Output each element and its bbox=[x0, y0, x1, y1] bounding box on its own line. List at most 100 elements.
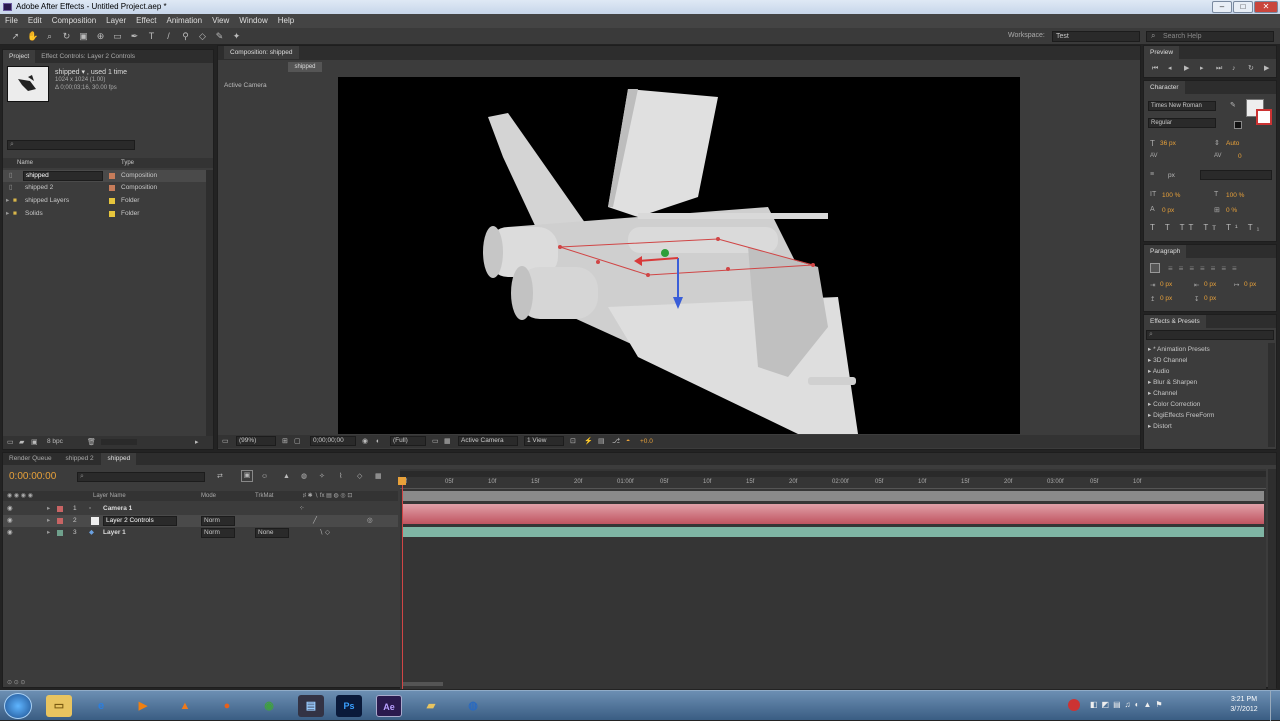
camera-tool-icon[interactable]: ▣ bbox=[78, 31, 89, 42]
tab-preview[interactable]: Preview bbox=[1144, 46, 1180, 59]
trash-icon[interactable]: 🗑 bbox=[87, 438, 96, 447]
work-area-bar[interactable] bbox=[400, 471, 1266, 477]
3d-view-select[interactable]: Active Camera bbox=[458, 436, 518, 446]
font-style-select[interactable]: Regular bbox=[1148, 118, 1216, 128]
align-left-icon[interactable] bbox=[1150, 263, 1160, 273]
effects-category-item[interactable]: ▸ Channel bbox=[1148, 389, 1177, 397]
type-tool-icon[interactable]: T bbox=[146, 31, 157, 42]
rotate-tool-icon[interactable]: ↻ bbox=[61, 31, 72, 42]
comp-subtab[interactable]: shipped bbox=[288, 62, 322, 72]
clone-tool-icon[interactable]: ⚲ bbox=[180, 31, 191, 42]
new-comp-icon[interactable]: ▣ bbox=[31, 438, 38, 447]
search-help-input[interactable]: Search Help bbox=[1146, 31, 1274, 42]
eye-icon[interactable]: ◉ bbox=[7, 527, 13, 539]
menu-effect[interactable]: Effect bbox=[131, 14, 161, 28]
tab-render-queue[interactable]: Render Queue bbox=[3, 453, 58, 465]
vlc-icon[interactable]: ▲ bbox=[172, 695, 198, 717]
eye-icon[interactable]: ◉ bbox=[7, 515, 13, 527]
camera-layer-bar[interactable] bbox=[402, 491, 1264, 501]
pen-tool-icon[interactable]: ✒ bbox=[129, 31, 140, 42]
mask-tool-icon[interactable]: ▭ bbox=[112, 31, 123, 42]
footer-toggle-icons[interactable]: ⊙ ⊙ ⊙ bbox=[7, 679, 25, 686]
layer-row[interactable]: ◉ ▸ 3 ◆ Layer 1 Norm None ∖ ◇ bbox=[3, 527, 398, 539]
tab-project[interactable]: Project bbox=[3, 50, 36, 63]
stroke-color-swatch[interactable] bbox=[1256, 109, 1272, 125]
effects-category-item[interactable]: ▸ Color Correction bbox=[1148, 400, 1200, 408]
view-layout-select[interactable]: 1 View bbox=[524, 436, 564, 446]
tray-icons[interactable]: ◧◩▤♫◐▲⚑ bbox=[1090, 700, 1200, 710]
project-hscroll[interactable] bbox=[101, 439, 137, 445]
tray-record-icon[interactable] bbox=[1068, 699, 1080, 711]
zoom-slider[interactable] bbox=[403, 682, 443, 686]
layer1-bar[interactable] bbox=[402, 527, 1264, 537]
graph-editor-icon[interactable]: ⌇ bbox=[339, 472, 342, 481]
ram-preview-icon[interactable]: ▶ bbox=[1264, 64, 1269, 73]
firefox-icon[interactable]: ● bbox=[214, 695, 240, 717]
live-update-icon[interactable]: ▦ bbox=[375, 472, 382, 481]
clock-time[interactable]: 3:21 PM bbox=[1222, 696, 1266, 703]
3d-layer-icon[interactable]: ◎ bbox=[367, 515, 373, 527]
maximize-button[interactable]: □ bbox=[1233, 1, 1253, 13]
menu-file[interactable]: File bbox=[0, 14, 23, 28]
prev-frame-icon[interactable]: ◂ bbox=[1168, 64, 1172, 73]
frame-blending-icon[interactable]: ▲ bbox=[283, 472, 290, 481]
motion-blur-icon[interactable]: ◍ bbox=[301, 472, 307, 481]
effects-category-item[interactable]: ▸ Audio bbox=[1148, 367, 1169, 375]
project-item[interactable]: ▯ shipped 2 Composition bbox=[3, 182, 213, 194]
stroke-style-select[interactable] bbox=[1200, 170, 1272, 180]
stroke-width-value[interactable]: px bbox=[1168, 172, 1175, 179]
time-indicator-head[interactable] bbox=[398, 477, 406, 485]
collapse-icon[interactable]: ∖ ◇ bbox=[319, 527, 330, 539]
menu-animation[interactable]: Animation bbox=[161, 14, 207, 28]
menu-help[interactable]: Help bbox=[273, 14, 299, 28]
scroll-right-icon[interactable]: ▸ bbox=[195, 438, 199, 447]
leading-value[interactable]: Auto bbox=[1226, 140, 1239, 147]
horizontal-scale-value[interactable]: 100 % bbox=[1226, 192, 1244, 199]
layer-trkmat-select[interactable]: None bbox=[255, 528, 289, 538]
text-style-buttons[interactable]: T T TT Tт T¹ T₁ bbox=[1150, 223, 1263, 232]
play-icon[interactable]: ▶ bbox=[1184, 64, 1189, 73]
project-item[interactable]: ▯ shipped Composition bbox=[3, 170, 213, 182]
snapshot-icon[interactable]: ◉ bbox=[362, 437, 368, 446]
safe-zones-icon[interactable]: ⊞ bbox=[282, 437, 288, 446]
puppet-tool-icon[interactable]: ✦ bbox=[231, 31, 242, 42]
expand-arrow-icon[interactable]: ▸ bbox=[47, 503, 50, 515]
layer-mode-select[interactable]: Norm bbox=[201, 516, 235, 526]
layer-switches[interactable]: ⁘ bbox=[299, 503, 304, 515]
tab-effects-presets[interactable]: Effects & Presets bbox=[1144, 315, 1206, 328]
tracking-value[interactable]: 0 bbox=[1238, 153, 1242, 160]
photoshop-icon[interactable]: Ps bbox=[336, 695, 362, 717]
controls-layer-bar[interactable] bbox=[402, 504, 1264, 524]
layer-name[interactable]: Camera 1 bbox=[103, 503, 132, 515]
menu-window[interactable]: Window bbox=[234, 14, 272, 28]
column-layer-name[interactable]: Layer Name bbox=[93, 491, 126, 501]
timeline-scrollbar[interactable] bbox=[1268, 469, 1276, 689]
project-search-input[interactable]: ⌕ bbox=[7, 140, 135, 150]
effects-category-item[interactable]: ▸ DigiEffects FreeForm bbox=[1148, 411, 1214, 419]
column-type[interactable]: Type bbox=[121, 158, 134, 168]
label-color[interactable] bbox=[57, 518, 63, 524]
comp-mini-flowchart-icon[interactable]: ⇄ bbox=[217, 472, 223, 481]
space-before-value[interactable]: 0 px bbox=[1160, 295, 1172, 302]
fast-previews-icon[interactable]: ⚡ bbox=[584, 437, 593, 446]
start-button[interactable] bbox=[4, 693, 32, 719]
timeline-icon[interactable]: ▤ bbox=[598, 437, 605, 446]
menu-composition[interactable]: Composition bbox=[47, 14, 101, 28]
font-family-select[interactable]: Times New Roman bbox=[1148, 101, 1216, 111]
flowchart-icon[interactable]: ⎇ bbox=[612, 437, 620, 446]
current-time-display[interactable]: 0;00;00;00 bbox=[310, 436, 356, 446]
draft-3d-icon[interactable]: ▣ bbox=[241, 470, 253, 482]
layer-name[interactable]: Layer 1 bbox=[103, 527, 126, 539]
roto-tool-icon[interactable]: ✎ bbox=[214, 31, 225, 42]
ie-icon[interactable]: e bbox=[88, 695, 114, 717]
column-trkmat[interactable]: TrkMat bbox=[255, 491, 273, 501]
eraser-tool-icon[interactable]: ◇ bbox=[197, 31, 208, 42]
first-frame-icon[interactable]: ⏮ bbox=[1152, 64, 1158, 73]
menu-layer[interactable]: Layer bbox=[101, 14, 131, 28]
eye-icon[interactable]: ◉ bbox=[7, 503, 13, 515]
layer-row[interactable]: ◉ ▸ 1 ▫ Camera 1 ⁘ bbox=[3, 503, 398, 515]
tab-composition[interactable]: Composition: shipped bbox=[224, 46, 299, 59]
globe-icon[interactable]: ◍ bbox=[460, 695, 486, 717]
effects-category-item[interactable]: ▸ Blur & Sharpen bbox=[1148, 378, 1197, 386]
eyedropper-icon[interactable]: ✎ bbox=[1230, 101, 1236, 110]
